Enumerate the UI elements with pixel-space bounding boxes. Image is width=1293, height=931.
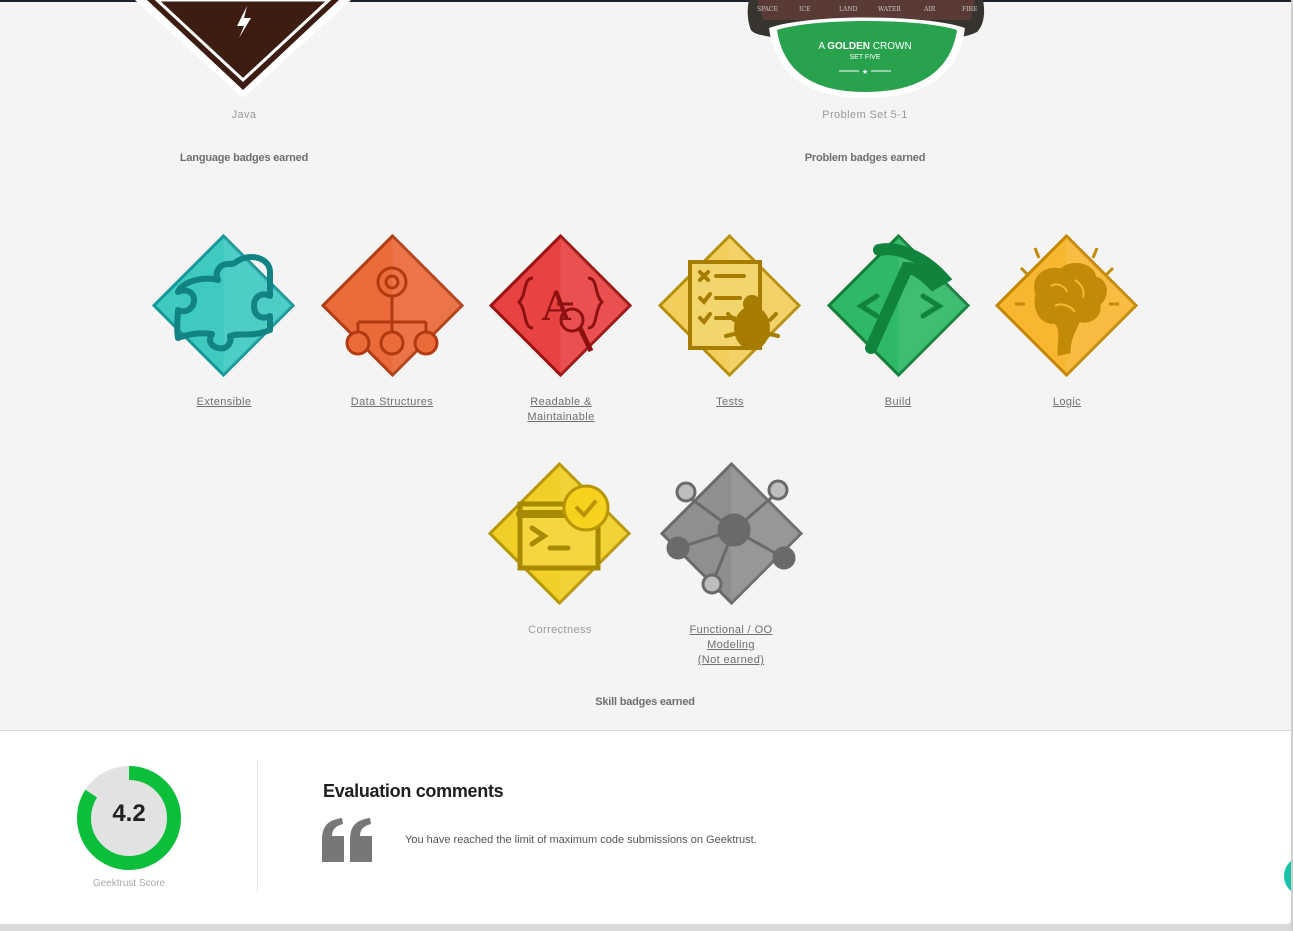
- not-earned-note[interactable]: (Not earned): [698, 654, 765, 666]
- banner-word: FIRE: [962, 6, 977, 13]
- readable-maintainable-badge[interactable]: A: [489, 234, 632, 377]
- label-line[interactable]: Modeling: [707, 639, 755, 651]
- score-label: Geektrust Score: [92, 878, 166, 889]
- check-circle-icon: [562, 484, 610, 532]
- emblem-word: A: [818, 41, 825, 52]
- extensible-badge[interactable]: [152, 234, 295, 377]
- banner-word: WATER: [878, 6, 901, 13]
- logic-badge[interactable]: [995, 234, 1138, 377]
- problem-badge-label: Problem Set 5-1: [822, 109, 908, 121]
- problem-badges-heading: Problem badges earned: [804, 152, 926, 164]
- label-line[interactable]: Functional / OO: [689, 624, 772, 636]
- emblem-word: CROWN: [873, 41, 912, 52]
- card-divider: [257, 761, 258, 891]
- banner-word: AIR: [923, 6, 936, 13]
- evaluation-title: Evaluation comments: [323, 781, 504, 801]
- build-badge[interactable]: [827, 234, 970, 377]
- correctness-badge[interactable]: [488, 462, 631, 605]
- star-icon: ★: [862, 68, 868, 76]
- data-structures-badge-label[interactable]: Data Structures: [322, 395, 462, 410]
- quote-icon: [322, 818, 374, 867]
- svg-text:A GOLDEN CROWN: A GOLDEN CROWN: [818, 41, 911, 52]
- svg-text:A: A: [541, 284, 572, 330]
- build-badge-label[interactable]: Build: [838, 395, 958, 410]
- banner-word: ICE: [799, 6, 810, 13]
- problem-set-badge[interactable]: SPACE ICE LAND WATER AIR FIRE A GOLDEN C…: [747, 0, 987, 100]
- language-badges-heading: Language badges earned: [179, 152, 309, 164]
- score-value: 4.2: [112, 800, 146, 827]
- extensible-badge-label[interactable]: Extensible: [164, 395, 284, 410]
- tests-badge[interactable]: [658, 234, 801, 377]
- emblem-subtitle: SET FIVE: [850, 54, 881, 61]
- banner-word: SPACE: [757, 6, 778, 13]
- data-structures-badge[interactable]: [321, 234, 464, 377]
- java-language-badge[interactable]: [135, 0, 351, 100]
- readable-maintainable-badge-label[interactable]: Readable & Maintainable: [491, 395, 631, 425]
- evaluation-card: [0, 731, 1291, 924]
- banner-word: LAND: [839, 6, 858, 13]
- java-badge-label: Java: [231, 109, 257, 121]
- skill-badges-heading: Skill badges earned: [595, 696, 695, 708]
- correctness-badge-label: Correctness: [528, 624, 592, 636]
- tests-badge-label[interactable]: Tests: [670, 395, 790, 410]
- functional-oo-modeling-badge-label[interactable]: Functional / OO Modeling (Not earned): [661, 623, 801, 668]
- evaluation-comment: You have reached the limit of maximum co…: [405, 834, 757, 846]
- logic-badge-label[interactable]: Logic: [1007, 395, 1127, 410]
- emblem-word: GOLDEN: [827, 41, 870, 52]
- label-line[interactable]: Readable &: [530, 396, 592, 408]
- label-line[interactable]: Maintainable: [527, 411, 594, 423]
- functional-oo-modeling-badge[interactable]: [660, 462, 803, 605]
